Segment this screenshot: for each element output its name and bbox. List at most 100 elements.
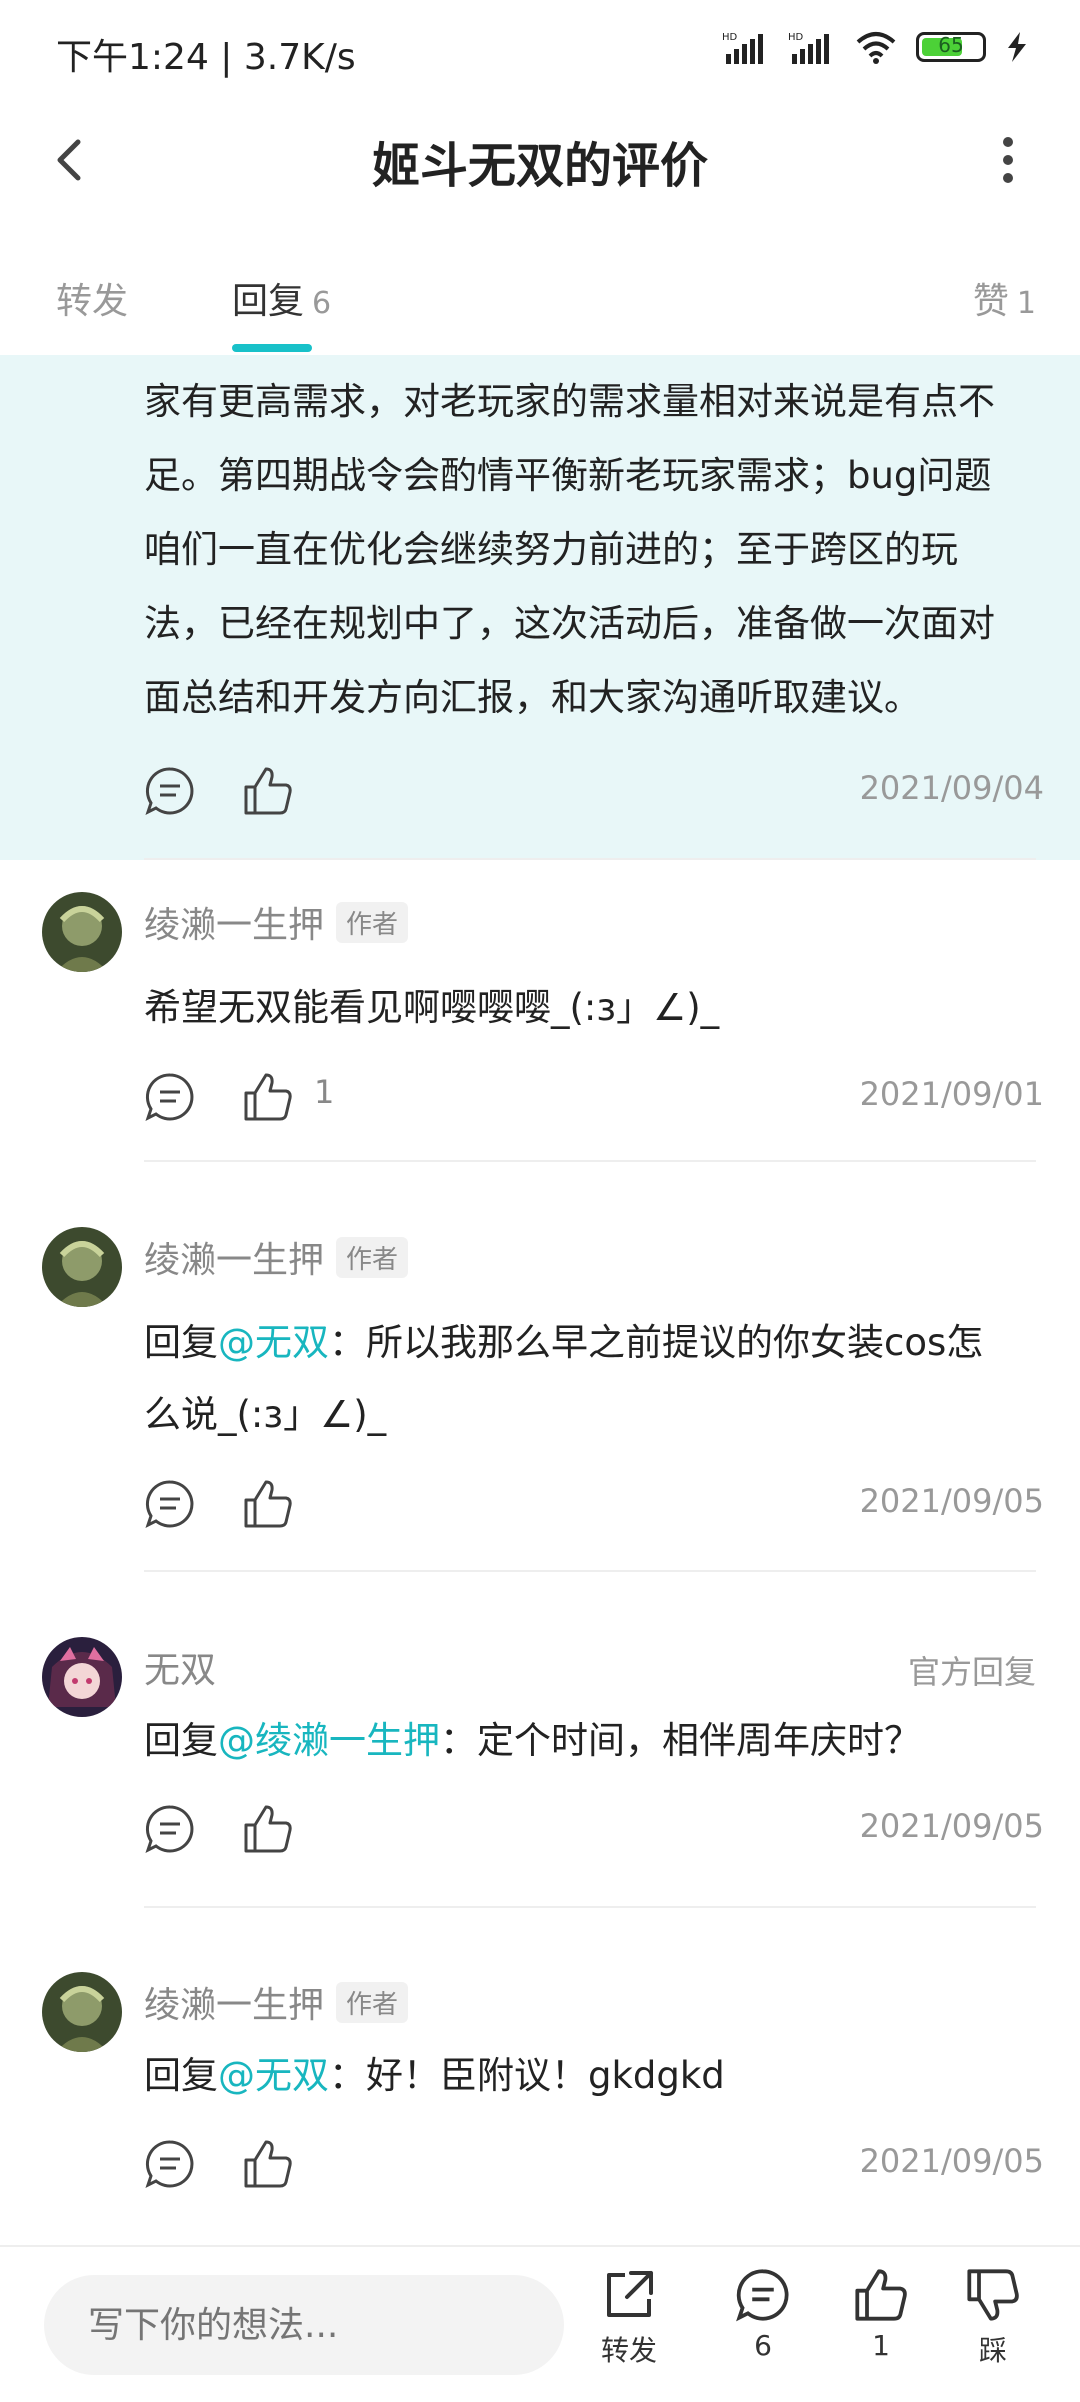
svg-text:HD: HD: [788, 32, 804, 43]
action-row: 1 2021/09/01: [144, 1063, 1044, 1133]
text-line: 法，已经在规划中了，这次活动后，准备做一次面对: [144, 602, 995, 645]
like-icon[interactable]: [242, 2138, 294, 2190]
reply-date: 2021/09/01: [859, 1075, 1044, 1113]
status-icons: HD HD 65: [722, 30, 1030, 64]
reply-date: 2021/09/04: [859, 769, 1044, 807]
reply-author[interactable]: 无双: [144, 1641, 216, 1693]
status-bar: 下午1:24 | 3.7K/s HD HD 65: [0, 0, 1080, 100]
tab-bar: 转发 回复 6 赞1: [0, 240, 1080, 352]
battery-level: 65: [938, 33, 964, 57]
divider: [144, 858, 1036, 860]
like-icon[interactable]: [242, 1803, 294, 1855]
mention-link[interactable]: @无双: [218, 2054, 329, 2097]
comment-icon[interactable]: [144, 1478, 196, 1530]
repost-button[interactable]: 转发: [574, 2267, 684, 2387]
signal-icon: HD: [722, 32, 763, 64]
battery-icon: 65: [916, 32, 986, 62]
text-line: 咱们一直在优化会继续努力前进的；至于跨区的玩: [144, 528, 958, 571]
action-row: 2021/09/05: [144, 1470, 1044, 1540]
page-header: 姬斗无双的评价: [0, 100, 1080, 220]
text-line: 回复@绫濑一生押：定个时间，相伴周年庆时？: [144, 1705, 1044, 1777]
reply-content: 回复@无双：所以我那么早之前提议的你女装cos怎 么说_(:з」∠)_: [144, 1307, 1044, 1451]
tab-reply[interactable]: 回复 6: [232, 272, 331, 324]
avatar[interactable]: [42, 1637, 122, 1717]
like-icon[interactable]: [242, 1071, 294, 1123]
like-icon[interactable]: [242, 765, 294, 817]
highlighted-reply: 家有更高需求，对老玩家的需求量相对来说是有点不 足。第四期战令会酌情平衡新老玩家…: [0, 355, 1080, 860]
reply-date: 2021/09/05: [859, 1807, 1044, 1845]
reply-content: 回复@绫濑一生押：定个时间，相伴周年庆时？: [144, 1705, 1044, 1777]
mention-link[interactable]: @绫濑一生押: [218, 1719, 440, 1762]
divider: [144, 1160, 1036, 1162]
divider: [144, 1906, 1036, 1908]
comment-icon[interactable]: [144, 1803, 196, 1855]
reply-prefix: 回复: [144, 1321, 218, 1364]
highlighted-reply-text: 家有更高需求，对老玩家的需求量相对来说是有点不 足。第四期战令会酌情平衡新老玩家…: [144, 365, 1044, 735]
action-row: 2021/09/05: [144, 1795, 1044, 1865]
text-line: 么说_(:з」∠)_: [144, 1393, 387, 1436]
reply-content: 回复@无双：好！臣附议！gkdgkd: [144, 2040, 1044, 2112]
wifi-icon: [856, 32, 896, 64]
avatar[interactable]: [42, 1227, 122, 1307]
tab-like[interactable]: 赞1: [973, 272, 1036, 324]
comment-button[interactable]: 6: [708, 2267, 818, 2387]
text-line: 回复@无双：好！臣附议！gkdgkd: [144, 2040, 1044, 2112]
author-badge: 作者: [336, 1982, 409, 2023]
action-row: 2021/09/04: [144, 757, 1044, 827]
tab-reply-label: 回复: [232, 281, 305, 322]
charging-icon: [1008, 32, 1026, 62]
text-line: 面总结和开发方向汇报，和大家沟通听取建议。: [144, 676, 921, 719]
dislike-button[interactable]: 踩: [938, 2267, 1048, 2387]
comment-icon: [736, 2269, 789, 2322]
author-name: 无双: [144, 1650, 217, 1691]
official-reply-label: 官方回复: [907, 1653, 1036, 1691]
like-count: 1: [314, 1073, 335, 1111]
status-time: 下午1:24 | 3.7K/s: [56, 37, 356, 78]
comment-icon[interactable]: [144, 765, 196, 817]
author-name: 绫濑一生押: [144, 1985, 325, 2026]
tab-repost[interactable]: 转发: [56, 272, 128, 324]
reply-date: 2021/09/05: [859, 2142, 1044, 2180]
like-count: 1: [872, 2329, 890, 2362]
avatar[interactable]: [42, 892, 122, 972]
text-line: 家有更高需求，对老玩家的需求量相对来说是有点不: [144, 380, 995, 423]
text-segment: ：所以我那么早之前提议的你女装cos怎: [329, 1321, 984, 1364]
reply-author[interactable]: 绫濑一生押 作者: [144, 896, 409, 948]
tab-indicator: [232, 344, 312, 352]
like-icon: [855, 2269, 907, 2321]
like-button[interactable]: 1: [826, 2267, 936, 2387]
author-badge: 作者: [336, 902, 409, 943]
mention-link[interactable]: @无双: [218, 1321, 329, 1364]
page-title: 姬斗无双的评价: [371, 138, 708, 194]
avatar[interactable]: [42, 1972, 122, 2052]
share-icon: [607, 2271, 653, 2317]
dislike-label: 踩: [978, 2334, 1007, 2367]
bottom-bar: 转发 6 1 踩: [0, 2245, 1080, 2402]
comment-input[interactable]: [44, 2275, 564, 2375]
author-name: 绫濑一生押: [144, 905, 325, 946]
tab-like-label: 赞: [972, 281, 1009, 322]
reply-author[interactable]: 绫濑一生押 作者: [144, 1231, 409, 1283]
comment-icon[interactable]: [144, 2138, 196, 2190]
dislike-icon: [967, 2269, 1019, 2321]
comment-icon[interactable]: [144, 1071, 196, 1123]
signal-icon: HD: [788, 32, 829, 64]
like-icon[interactable]: [242, 1478, 294, 1530]
tab-like-count: 1: [1016, 286, 1036, 321]
action-row: 2021/09/05: [144, 2130, 1044, 2200]
reply-content: 希望无双能看见啊嘤嘤嘤_(:з」∠)_: [144, 972, 1044, 1044]
reply-date: 2021/09/05: [859, 1482, 1044, 1520]
reply-prefix: 回复: [144, 1719, 218, 1762]
reply-prefix: 回复: [144, 2054, 218, 2097]
repost-label: 转发: [600, 2334, 657, 2367]
text-line: 足。第四期战令会酌情平衡新老玩家需求；bug问题: [144, 454, 992, 497]
author-badge: 作者: [336, 1237, 409, 1278]
comment-count: 6: [754, 2329, 772, 2362]
text-segment: ：好！臣附议！gkdgkd: [329, 2054, 725, 2097]
tab-reply-count: 6: [312, 286, 332, 321]
more-options-icon[interactable]: [976, 128, 1040, 192]
divider: [144, 1570, 1036, 1572]
reply-author[interactable]: 绫濑一生押 作者: [144, 1976, 409, 2028]
text-line: 希望无双能看见啊嘤嘤嘤_(:з」∠)_: [144, 986, 720, 1029]
author-name: 绫濑一生押: [144, 1240, 325, 1281]
